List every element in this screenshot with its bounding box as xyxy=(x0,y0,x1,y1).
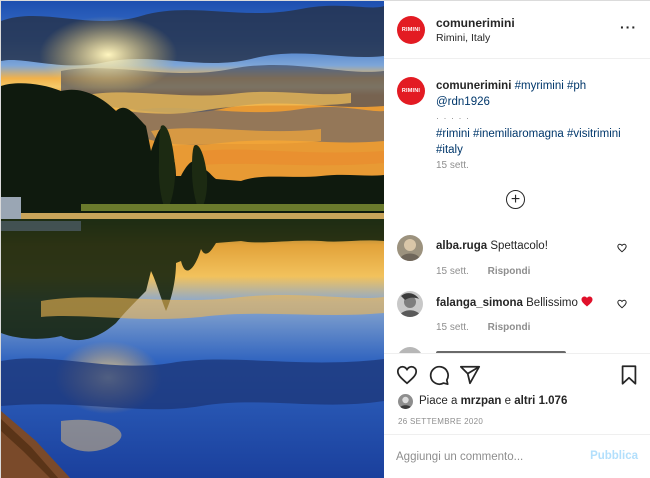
comment-icon[interactable] xyxy=(428,364,450,386)
avatar-logo-text: RIMINI xyxy=(401,88,421,94)
caption-hashtags-line1[interactable]: #myrimini #ph xyxy=(515,80,587,92)
comment-item: falanga_simona Bellissimo 15 sett. Rispo… xyxy=(384,291,650,351)
comment-text xyxy=(436,346,566,353)
comment-like-heart-icon[interactable] xyxy=(617,243,627,253)
author-username[interactable]: comunerimini xyxy=(436,16,515,30)
plus-circle-icon[interactable]: + xyxy=(506,190,525,209)
commenter-avatar[interactable] xyxy=(397,235,423,261)
comment-item: alba.ruga Spettacolo! 15 sett. Rispondi xyxy=(384,235,650,295)
ellipsis-icon[interactable]: ··· xyxy=(620,20,637,34)
post-photo[interactable] xyxy=(1,1,384,478)
comment-body: Bellissimo xyxy=(526,297,578,309)
commenter-avatar[interactable] xyxy=(397,291,423,317)
comment-username[interactable]: falanga_simona xyxy=(436,297,523,309)
post-actions: Piace a mrzpan e altri 1.076 26 SETTEMBR… xyxy=(384,353,650,434)
reply-button[interactable]: Rispondi xyxy=(488,266,531,277)
liker-avatar[interactable] xyxy=(398,393,413,409)
bookmark-icon[interactable] xyxy=(618,364,640,386)
comment-meta: 15 sett. Rispondi xyxy=(436,266,530,277)
comment-body: Spettacolo! xyxy=(490,240,548,252)
post-side-panel: RIMINI comunerimini Rimini, Italy ··· RI… xyxy=(384,1,650,478)
caption-username[interactable]: comunerimini xyxy=(436,80,511,92)
reply-button[interactable]: Rispondi xyxy=(488,322,531,333)
author-avatar[interactable]: RIMINI xyxy=(397,16,425,44)
caption-separator: · · · · · xyxy=(436,113,470,123)
add-comment-bar: Pubblica xyxy=(384,434,650,478)
post-dialog: RIMINI comunerimini Rimini, Italy ··· RI… xyxy=(0,0,650,478)
red-heart-emoji-icon xyxy=(581,296,593,307)
likes-conjunction: e xyxy=(504,395,512,407)
likes-prefix: Piace a xyxy=(419,395,458,407)
post-date[interactable]: 26 SETTEMBRE 2020 xyxy=(398,417,483,426)
comment-text: falanga_simona Bellissimo xyxy=(436,296,593,309)
likes-summary: Piace a mrzpan e altri 1.076 xyxy=(398,393,567,409)
comment-input[interactable] xyxy=(396,446,576,468)
caption-avatar[interactable]: RIMINI xyxy=(397,77,425,105)
caption-hashtags[interactable]: #rimini #inemiliaromagna #visitrimini #i… xyxy=(436,128,621,156)
paper-plane-icon[interactable] xyxy=(459,364,481,386)
avatar-logo-text: RIMINI xyxy=(401,27,421,33)
comment-meta: 15 sett. Rispondi xyxy=(436,322,530,333)
publish-button[interactable]: Pubblica xyxy=(590,450,638,462)
comment-like-heart-icon[interactable] xyxy=(617,299,627,309)
likes-others-link[interactable]: altri 1.076 xyxy=(514,395,567,407)
comments-list[interactable]: RIMINI comunerimini #myrimini #ph @rdn19… xyxy=(384,59,650,353)
comment-date[interactable]: 15 sett. xyxy=(436,322,469,333)
comment-text: alba.ruga Spettacolo! xyxy=(436,240,548,252)
caption-date[interactable]: 15 sett. xyxy=(436,160,469,171)
sunset-lake-image xyxy=(1,1,384,478)
heart-icon[interactable] xyxy=(396,364,418,386)
comment-date[interactable]: 15 sett. xyxy=(436,266,469,277)
post-location[interactable]: Rimini, Italy xyxy=(436,32,490,44)
caption-text: comunerimini #myrimini #ph @rdn1926 · · … xyxy=(436,78,641,158)
liker-username[interactable]: mrzpan xyxy=(461,395,502,407)
caption-mention[interactable]: @rdn1926 xyxy=(436,96,490,108)
post-header: RIMINI comunerimini Rimini, Italy ··· xyxy=(384,1,650,59)
comment-username[interactable]: alba.ruga xyxy=(436,240,487,252)
